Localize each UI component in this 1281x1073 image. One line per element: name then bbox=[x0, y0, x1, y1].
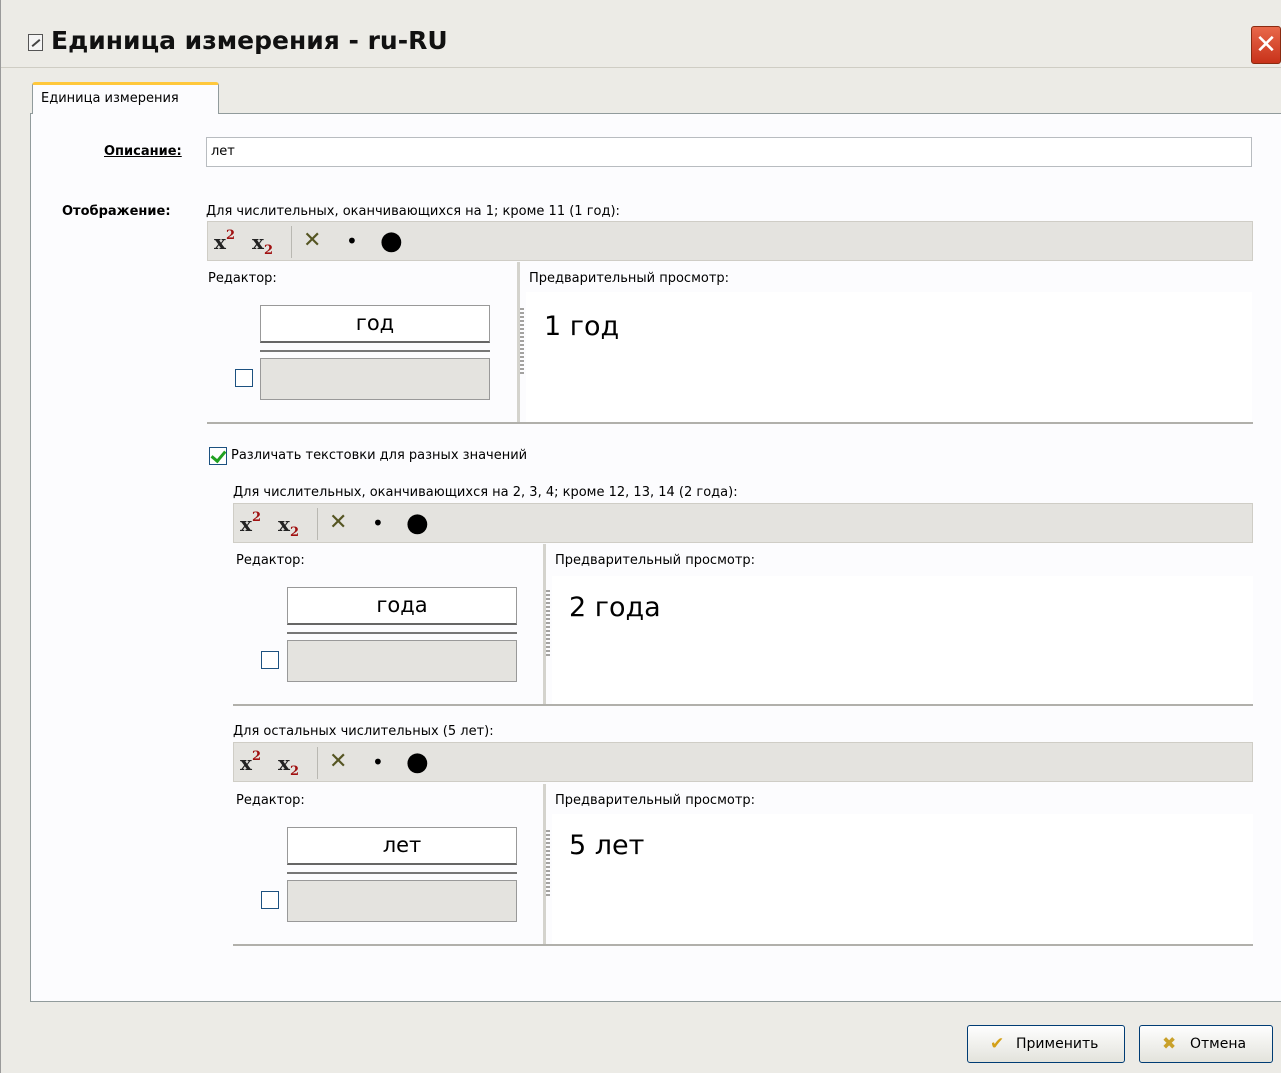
editor-field-2-lower[interactable] bbox=[287, 640, 517, 682]
preview-text-2: 2 года bbox=[569, 592, 661, 623]
editor-field-1[interactable]: год bbox=[260, 305, 490, 343]
checkmark-icon: ✔ bbox=[990, 1034, 1005, 1054]
splitter-grip-2[interactable] bbox=[546, 590, 550, 656]
format-toolbar-3: x2 x2 ✕ • ● bbox=[233, 742, 1253, 782]
large-dot-icon[interactable]: ● bbox=[406, 747, 429, 777]
toolbar-separator bbox=[291, 226, 292, 258]
editor-label-1: Редактор: bbox=[208, 271, 277, 286]
splitter-grip-3[interactable] bbox=[546, 830, 550, 896]
cancel-button[interactable]: ✖ Отмена bbox=[1139, 1025, 1273, 1063]
preview-label-3: Предварительный просмотр: bbox=[555, 793, 756, 808]
small-dot-icon[interactable]: • bbox=[346, 229, 358, 253]
large-dot-icon[interactable]: ● bbox=[380, 226, 403, 256]
title-bar: Единица измерения - ru-RU ✕ bbox=[1, 0, 1281, 68]
subscript-button[interactable]: x2 bbox=[252, 230, 273, 258]
superscript-button[interactable]: x2 bbox=[214, 228, 235, 254]
superscript-button[interactable]: x2 bbox=[240, 749, 261, 775]
display-label: Отображение: bbox=[62, 204, 171, 219]
section-1-divider bbox=[207, 422, 1253, 424]
description-label: Описание: bbox=[104, 144, 182, 159]
preview-label-2: Предварительный просмотр: bbox=[555, 553, 756, 568]
editor-field-3[interactable]: лет bbox=[287, 827, 517, 865]
section-1-heading: Для числительных, оканчивающихся на 1; к… bbox=[206, 204, 620, 219]
editor-field-3-lower[interactable] bbox=[287, 880, 517, 922]
tab-label: Единица измерения bbox=[41, 91, 179, 106]
toolbar-separator bbox=[317, 747, 318, 779]
editor-label-3: Редактор: bbox=[236, 793, 305, 808]
editor-field-2[interactable]: года bbox=[287, 587, 517, 625]
format-toolbar-2: x2 x2 ✕ • ● bbox=[233, 503, 1253, 543]
checkbox-1[interactable] bbox=[235, 369, 253, 387]
apply-button-label: Применить bbox=[1016, 1036, 1099, 1052]
section-3-heading: Для остальных числительных (5 лет): bbox=[233, 724, 494, 739]
section-3-divider bbox=[233, 944, 1253, 946]
clear-format-icon[interactable]: ✕ bbox=[329, 510, 347, 535]
editor-field-1-lower[interactable] bbox=[260, 358, 490, 400]
format-toolbar-1: x2 x2 ✕ • ● bbox=[207, 221, 1253, 261]
checkbox-3[interactable] bbox=[261, 891, 279, 909]
large-dot-icon[interactable]: ● bbox=[406, 508, 429, 538]
checkbox-2[interactable] bbox=[261, 651, 279, 669]
superscript-button[interactable]: x2 bbox=[240, 510, 261, 536]
subscript-button[interactable]: x2 bbox=[278, 512, 299, 540]
preview-text-1: 1 год bbox=[544, 311, 620, 342]
subscript-button[interactable]: x2 bbox=[278, 751, 299, 779]
tab-unit[interactable]: Единица измерения bbox=[32, 82, 219, 114]
preview-area-3 bbox=[552, 814, 1253, 944]
section-2-divider bbox=[233, 704, 1253, 706]
preview-area-1 bbox=[526, 292, 1252, 422]
toolbar-separator bbox=[317, 508, 318, 540]
preview-text-3: 5 лет bbox=[569, 830, 645, 861]
fraction-line-2 bbox=[287, 632, 517, 634]
editor-label-2: Редактор: bbox=[236, 553, 305, 568]
window-title: Единица измерения - ru-RU bbox=[51, 26, 448, 55]
preview-label-1: Предварительный просмотр: bbox=[529, 271, 730, 286]
apply-button[interactable]: ✔ Применить bbox=[967, 1025, 1125, 1063]
fraction-line-1 bbox=[260, 350, 490, 352]
dialog-window: Единица измерения - ru-RU ✕ Единица изме… bbox=[0, 0, 1281, 1073]
distinguish-checkbox[interactable] bbox=[209, 447, 227, 465]
splitter-grip-1[interactable] bbox=[520, 308, 524, 374]
cancel-x-icon: ✖ bbox=[1162, 1034, 1177, 1054]
description-input[interactable]: лет bbox=[206, 137, 1252, 167]
small-dot-icon[interactable]: • bbox=[372, 750, 384, 774]
fraction-line-3 bbox=[287, 872, 517, 874]
clear-format-icon[interactable]: ✕ bbox=[303, 228, 321, 253]
distinguish-label: Различать текстовки для разных значений bbox=[231, 448, 528, 463]
small-dot-icon[interactable]: • bbox=[372, 511, 384, 535]
edit-icon bbox=[28, 34, 43, 51]
clear-format-icon[interactable]: ✕ bbox=[329, 749, 347, 774]
close-button[interactable]: ✕ bbox=[1251, 26, 1281, 64]
section-2-heading: Для числительных, оканчивающихся на 2, 3… bbox=[233, 485, 738, 500]
cancel-button-label: Отмена bbox=[1190, 1036, 1247, 1052]
